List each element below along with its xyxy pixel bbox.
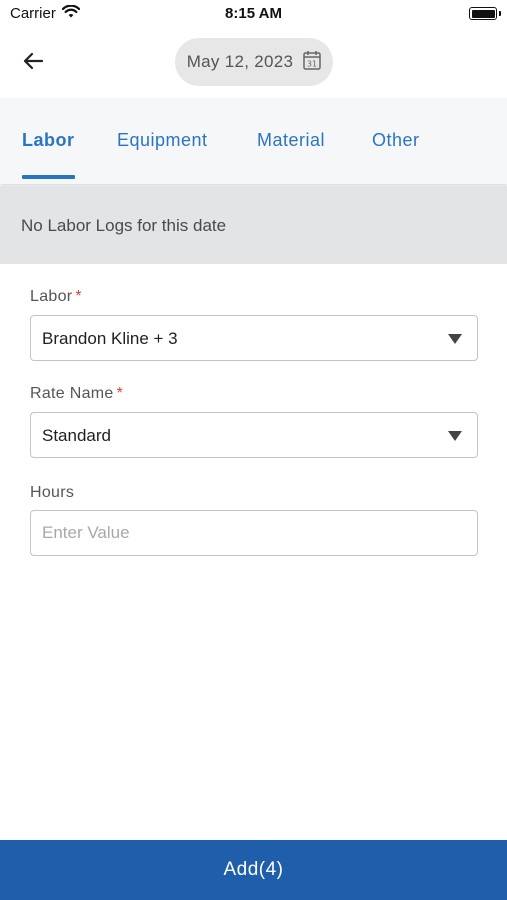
back-arrow-icon xyxy=(22,52,44,75)
status-bar: Carrier 8:15 AM xyxy=(0,0,507,28)
empty-state-banner: No Labor Logs for this date xyxy=(0,186,507,264)
rate-name-select[interactable]: Standard xyxy=(30,412,478,458)
add-button[interactable]: Add(4) xyxy=(0,840,507,900)
tab-equipment[interactable]: Equipment xyxy=(117,130,208,151)
calendar-icon: 31 xyxy=(303,50,322,75)
selected-date: May 12, 2023 xyxy=(186,52,294,71)
labor-label-text: Labor xyxy=(30,288,73,305)
battery-icon xyxy=(469,7,497,20)
rate-name-select-value: Standard xyxy=(42,426,111,445)
active-tab-indicator xyxy=(22,175,75,179)
log-type-tabs: Labor Equipment Material Other xyxy=(0,98,507,184)
labor-select[interactable]: Brandon Kline + 3 xyxy=(30,315,478,361)
dropdown-caret-icon xyxy=(448,431,462,441)
date-picker-button[interactable]: May 12, 2023 31 xyxy=(175,38,333,86)
labor-select-value: Brandon Kline + 3 xyxy=(42,329,178,348)
labor-field-label: Labor * xyxy=(30,288,82,306)
back-button[interactable] xyxy=(16,48,50,78)
header: May 12, 2023 31 xyxy=(0,28,507,98)
required-mark: * xyxy=(75,288,82,305)
dropdown-caret-icon xyxy=(448,334,462,344)
rate-name-label-text: Rate Name xyxy=(30,385,114,402)
svg-text:31: 31 xyxy=(307,59,317,68)
battery-cap xyxy=(499,11,501,16)
hours-label-text: Hours xyxy=(30,484,75,501)
hours-input[interactable] xyxy=(31,511,477,555)
hours-field-label: Hours xyxy=(30,484,74,502)
tab-labor[interactable]: Labor xyxy=(22,130,75,151)
tab-other[interactable]: Other xyxy=(372,130,420,151)
rate-name-field-label: Rate Name * xyxy=(30,385,123,403)
required-mark: * xyxy=(116,385,124,402)
status-time: 8:15 AM xyxy=(225,5,282,22)
empty-state-message: No Labor Logs for this date xyxy=(21,216,227,235)
tab-material[interactable]: Material xyxy=(257,130,325,151)
add-button-label: Add(4) xyxy=(223,859,284,880)
hours-input-container xyxy=(30,510,478,556)
